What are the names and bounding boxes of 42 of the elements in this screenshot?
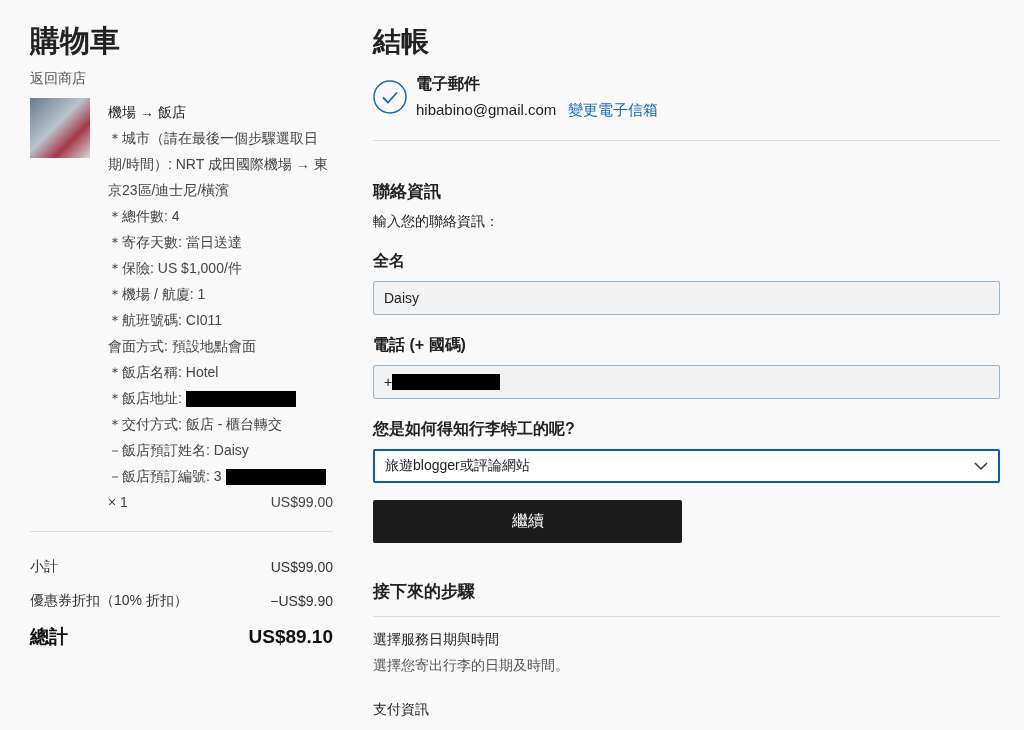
continue-button[interactable]: 繼續 [373,500,682,543]
item-detail: ＊寄存天數: 當日送達 [108,233,243,252]
input-field[interactable]: + [373,365,1000,399]
photo-placeholder [30,98,90,158]
change-email-link[interactable]: 變更電子信箱 [568,100,659,120]
item-detail: ＊保險: US $1,000/件 [108,259,243,278]
step-title: 支付資訊 [373,701,430,719]
item-detail: ＊飯店名稱: Hotel [108,363,220,382]
item-detail: ＊交付方式: 飯店 - 櫃台轉交 [108,415,284,434]
email-address: hibabino@gmail.com [416,100,557,120]
next-steps-heading: 接下來的步驟 [373,581,476,603]
item-detail: ＊機場 / 航廈: 1 [108,285,207,304]
dropdown-field[interactable]: 旅遊blogger或評論網站 [373,449,1000,483]
back-to-shop-link[interactable]: 返回商店 [30,70,86,88]
item-price: US$99.00 [270,493,333,512]
contact-subtitle: 輸入您的聯絡資訊： [373,213,500,231]
item-name: 機場 → 飯店 [108,103,187,121]
step-description: 選擇您寄出行李的日期及時間。 [373,657,570,675]
summary-label: 優惠券折扣（10% 折扣） [30,592,188,610]
total-label: 總計 [30,625,68,649]
email-heading: 電子郵件 [416,74,481,94]
field-label: 全名 [373,251,406,271]
item-detail: ＊航班號碼: CI011 [108,311,224,330]
checkout-title: 結帳 [373,26,430,58]
item-detail: ＊飯店地址: [108,390,182,406]
item-detail: ＊城市（請在最後一個步驟選取日期/時間）: NRT 成田國際機場 → 東京23區/迪士尼/橫濱 [108,129,329,200]
step-title: 選擇服務日期與時間 [373,631,500,649]
field-label: 您是如何得知行李特工的呢? [373,419,576,439]
item-detail: －飯店預訂編號: 3 [108,468,222,484]
cart-title: 購物車 [30,24,121,58]
field-label: 電話 (+ 國碼) [373,335,467,355]
summary-amount: −US$9.90 [270,593,333,609]
contact-heading: 聯絡資訊 [373,181,442,203]
summary-label: 小計 [30,558,58,576]
item-detail: －飯店預訂姓名: Daisy [108,441,250,460]
item-detail: ＊總件數: 4 [108,207,181,226]
total-amount: US$89.10 [248,626,333,648]
item-quantity: × 1 [108,493,128,512]
chevron-down-icon [974,461,988,471]
input-field[interactable]: Daisy [373,281,1000,315]
item-detail: 會面方式: 預設地點會面 [108,337,257,356]
summary-amount: US$99.00 [270,559,333,575]
